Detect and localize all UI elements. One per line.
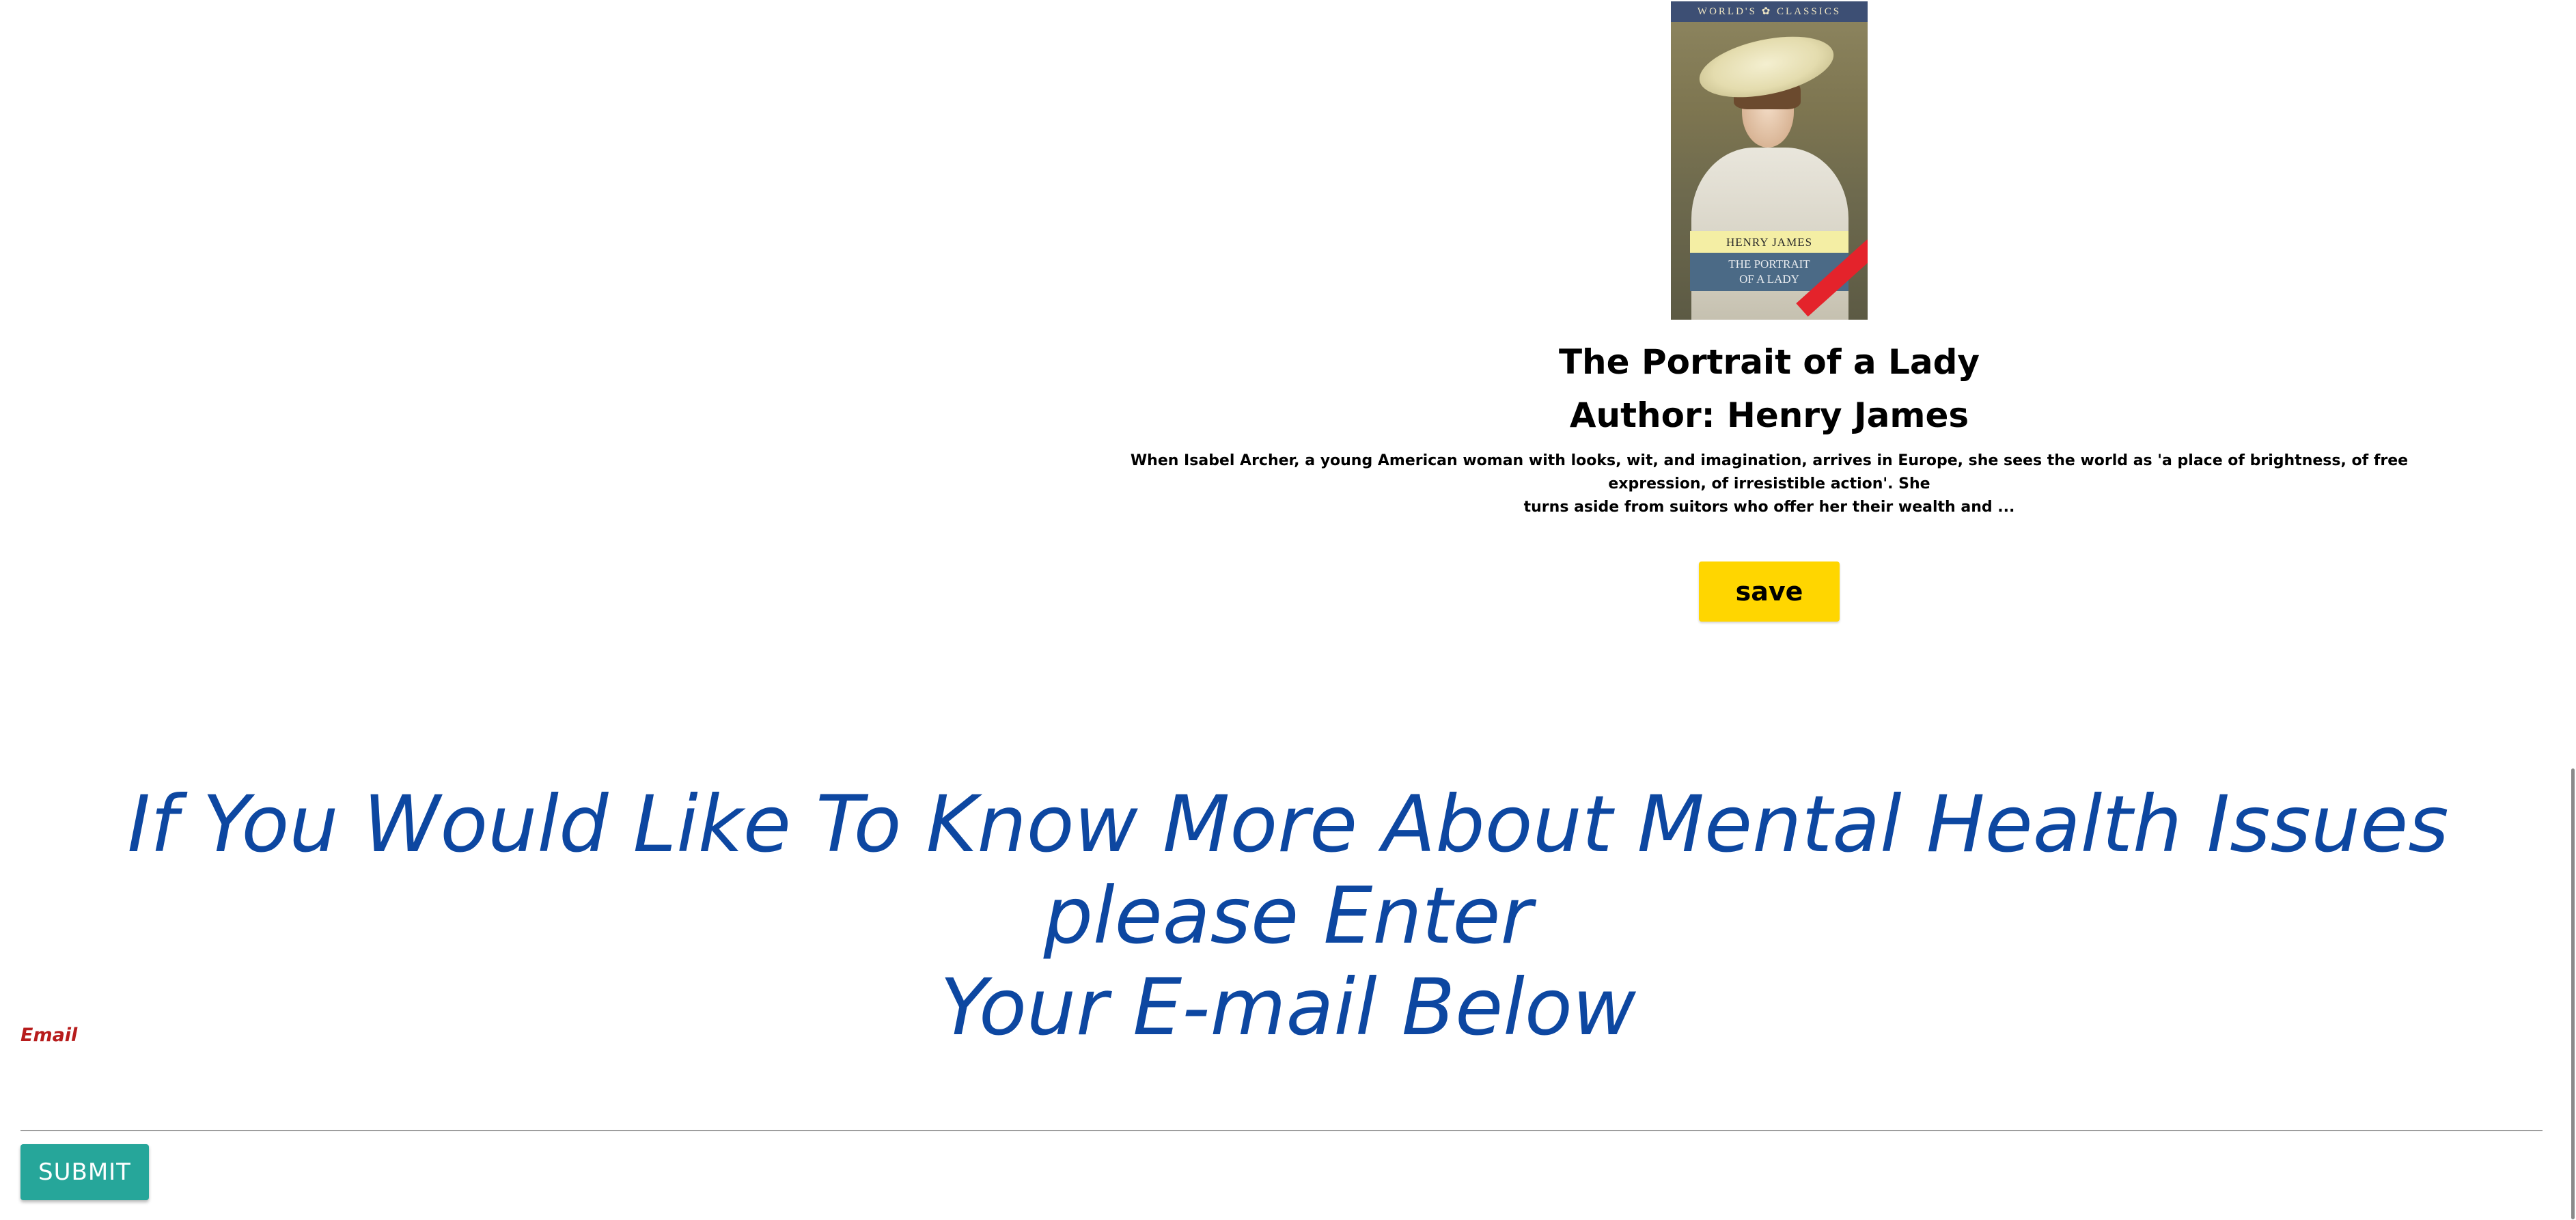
book-cover-image[interactable]: WORLD'S ✿ CLASSICS HENRY JAMES THE PORTR… <box>1671 1 1868 320</box>
cover-title-line: THE PORTRAIT <box>1728 258 1810 271</box>
submit-button[interactable]: SUBMIT <box>20 1144 149 1200</box>
email-label: Email <box>20 1025 78 1046</box>
book-title: The Portrait of a Lady <box>1558 342 1980 382</box>
book-description-line: When Isabel Archer, a young American wom… <box>1130 452 2409 493</box>
email-field[interactable] <box>20 1066 2543 1131</box>
newsletter-heading-line: Your E-mail Below <box>940 962 1636 1053</box>
cover-author-label: HENRY JAMES <box>1690 231 1848 254</box>
book-description-line: turns aside from suitors who offer her t… <box>1523 499 2015 516</box>
newsletter-heading-line: If You Would Like To Know More About Men… <box>127 779 2449 961</box>
book-author: Author: Henry James <box>1569 396 1969 435</box>
newsletter-heading: If You Would Like To Know More About Men… <box>0 779 2576 1053</box>
scrollbar-track[interactable] <box>2569 0 2576 1220</box>
cover-series-banner: WORLD'S ✿ CLASSICS <box>1671 1 1868 22</box>
book-card: WORLD'S ✿ CLASSICS HENRY JAMES THE PORTR… <box>1086 0 2452 622</box>
save-button[interactable]: save <box>1699 562 1840 622</box>
scrollbar-thumb[interactable] <box>2571 768 2575 1219</box>
book-description: When Isabel Archer, a young American wom… <box>1086 449 2452 519</box>
